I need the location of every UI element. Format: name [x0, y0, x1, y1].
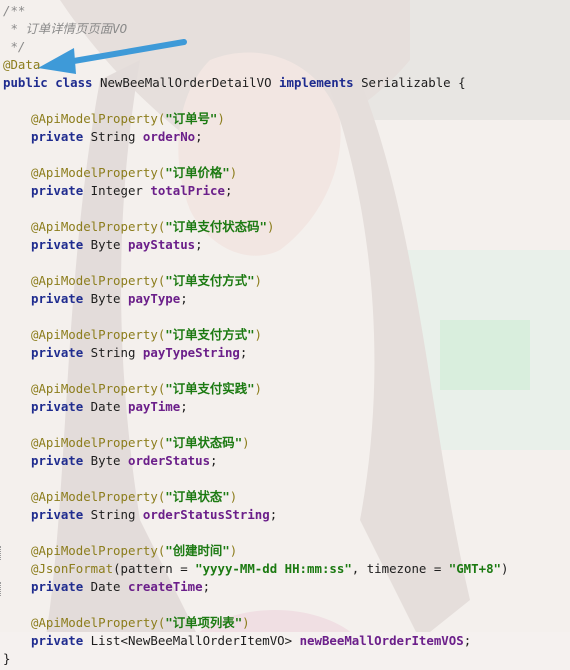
doc-comment-close: */	[3, 39, 26, 54]
field-declaration: private Byte payType;	[31, 291, 188, 306]
field-declaration: private Integer totalPrice;	[31, 183, 233, 198]
field-annotation: @ApiModelProperty("订单状态")	[31, 489, 238, 504]
class-declaration: public class NewBeeMallOrderDetailVO imp…	[3, 74, 466, 92]
field-annotation: @ApiModelProperty("订单价格")	[31, 165, 238, 180]
field-annotation: @ApiModelProperty("订单项列表")	[31, 615, 250, 630]
pointer-arrow-icon	[38, 39, 187, 74]
field-annotation: @ApiModelProperty("订单号")	[31, 111, 225, 126]
field-declaration: private Byte payStatus;	[31, 237, 203, 252]
keyword-implements: implements	[279, 75, 354, 90]
field-declaration: private Date payTime;	[31, 399, 188, 414]
code-editor[interactable]: /** * 订单详情页页面VO */ @Data public class Ne…	[0, 0, 570, 670]
doc-comment-open: /**	[3, 3, 26, 18]
keyword-public-class: public class	[3, 75, 93, 90]
field-declaration: private Byte orderStatus;	[31, 453, 218, 468]
field-annotation: @ApiModelProperty("订单支付实践")	[31, 381, 263, 396]
fold-marker[interactable]	[0, 546, 4, 560]
class-closing-brace: }	[3, 651, 11, 666]
field-annotation: @ApiModelProperty("创建时间")	[31, 543, 238, 558]
field-declaration: private String orderNo;	[31, 129, 203, 144]
json-format-annotation: @JsonFormat(pattern = "yyyy-MM-dd HH:mm:…	[31, 561, 509, 576]
interface-name: Serializable {	[353, 75, 466, 90]
field-declaration: private String payTypeString;	[31, 345, 248, 360]
field-declaration: private List<NewBeeMallOrderItemVO> newB…	[31, 633, 472, 648]
field-annotation: @ApiModelProperty("订单状态码")	[31, 435, 250, 450]
field-annotation: @ApiModelProperty("订单支付方式")	[31, 273, 263, 288]
fold-marker[interactable]	[0, 582, 4, 596]
field-declaration: private Date createTime;	[31, 579, 211, 594]
field-annotation: @ApiModelProperty("订单支付状态码")	[31, 219, 275, 234]
field-annotation: @ApiModelProperty("订单支付方式")	[31, 327, 263, 342]
field-declaration: private String orderStatusString;	[31, 507, 278, 522]
class-name: NewBeeMallOrderDetailVO	[92, 75, 280, 90]
